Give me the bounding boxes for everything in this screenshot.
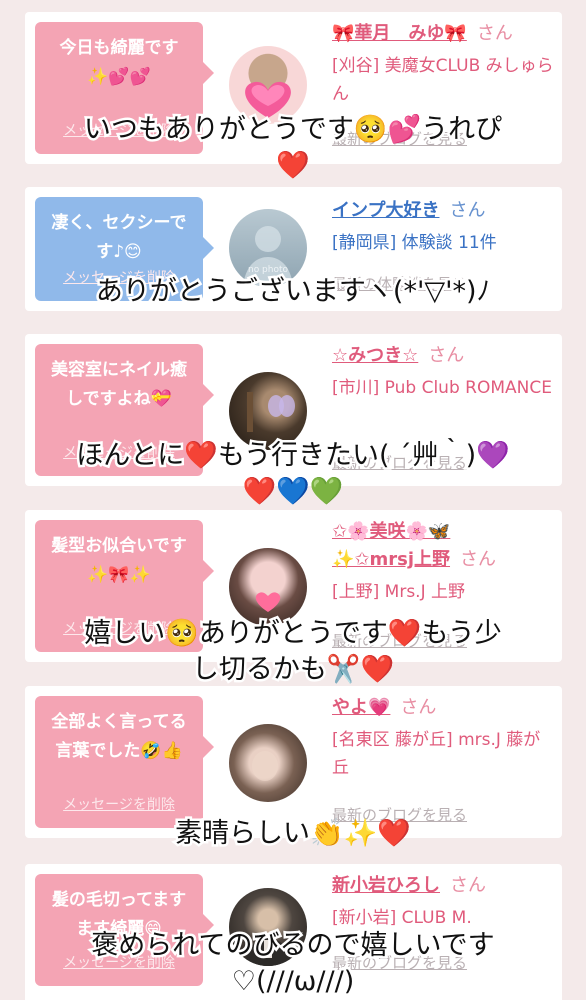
honorific: さん [476, 23, 513, 44]
message-text: 髪型お似合いです ✨🎀✨ [51, 536, 187, 585]
caption-overlay: 素晴らしい👏✨❤️ [0, 816, 586, 852]
caption-line: 褒められてのびるので嬉しいです [89, 928, 497, 964]
user-info: ☆みつき☆ さん [市川] Pub Club ROMANCE [332, 342, 556, 402]
honorific: さん [449, 200, 486, 221]
message-text: 今日も綺麗です ✨💕💕 [59, 38, 179, 87]
caption-line: ありがとうございますヽ(*'▽'*)ﾉ [93, 274, 492, 310]
woman-face-icon [252, 751, 278, 781]
caption-line: ❤️ [274, 148, 313, 184]
caption-overlay: ありがとうございますヽ(*'▽'*)ﾉ [0, 274, 586, 310]
user-name-link-line1[interactable]: ✩🌸美咲🌸🦋 [332, 521, 450, 542]
message-text: 全部よく言ってる言葉でした🤣👍 [51, 712, 187, 761]
shop-name: [市川] Pub Club ROMANCE [332, 378, 552, 398]
user-name-link[interactable]: やよ💗 [332, 697, 390, 718]
user-info: やよ💗 さん [名東区 藤が丘] mrs.J 藤が丘 [332, 694, 556, 782]
user-name-link[interactable]: ✨✩mrsj上野 [332, 549, 450, 570]
honorific: さん [460, 549, 497, 570]
caption-line: ほんとに❤️もう行きたい( ´艸｀)💜 [74, 438, 513, 474]
user-name-link[interactable]: インプ大好き [332, 200, 439, 221]
user-info: インプ大好き さん [静岡県] 体験談 11件 [332, 197, 556, 257]
user-info: 新小岩ひろし さん [新小岩] CLUB M. [332, 872, 556, 932]
caption-overlay: ほんとに❤️もう行きたい( ´艸｀)💜 ❤️💙💚 [0, 438, 586, 510]
caption-line: ❤️💙💚 [240, 474, 346, 510]
user-name-link[interactable]: ☆みつき☆ [332, 345, 418, 366]
user-info: ✩🌸美咲🌸🦋 ✨✩mrsj上野 さん [上野] Mrs.J 上野 [332, 518, 556, 606]
honorific: さん [400, 697, 437, 718]
caption-line: 嬉しい🥺ありがとうです❤️もう少 [82, 616, 504, 652]
message-text: 凄く、セクシーです♪😊 [51, 213, 187, 262]
shop-name: [刈谷] 美魔女CLUB みしゅらん [332, 56, 554, 104]
shop-name: [上野] Mrs.J 上野 [332, 582, 466, 602]
caption-overlay: 嬉しい🥺ありがとうです❤️もう少 し切るかも✂️❤️ [0, 616, 586, 688]
user-info: 🎀華月 みゆ🎀 さん [刈谷] 美魔女CLUB みしゅらん [332, 20, 556, 108]
caption-line: いつもありがとうです🥺💕うれぴ [81, 112, 504, 148]
caption-line: 素晴らしい👏✨❤️ [173, 816, 414, 852]
honorific: さん [450, 875, 486, 896]
review-count: [静岡県] 体験談 11件 [332, 233, 497, 253]
avatar[interactable] [229, 724, 307, 802]
caption-overlay: 褒められてのびるので嬉しいです ♡(///ω///) [0, 928, 586, 1000]
caption-line: ♡(///ω///) [229, 964, 356, 1000]
avatar[interactable] [229, 548, 307, 626]
shop-name: [名東区 藤が丘] mrs.J 藤が丘 [332, 730, 541, 778]
user-name-link[interactable]: 新小岩ひろし [332, 875, 440, 896]
caption-line: し切るかも✂️❤️ [189, 652, 396, 688]
heart-icon [255, 592, 281, 612]
user-name-link[interactable]: 🎀華月 みゆ🎀 [332, 23, 467, 44]
message-text: 美容室にネイル癒しですよね💝 [51, 360, 187, 409]
honorific: さん [428, 345, 465, 366]
caption-overlay: いつもありがとうです🥺💕うれぴ ❤️ [0, 112, 586, 184]
message-bubble: 全部よく言ってる言葉でした🤣👍 メッセージを削除 [35, 696, 214, 828]
